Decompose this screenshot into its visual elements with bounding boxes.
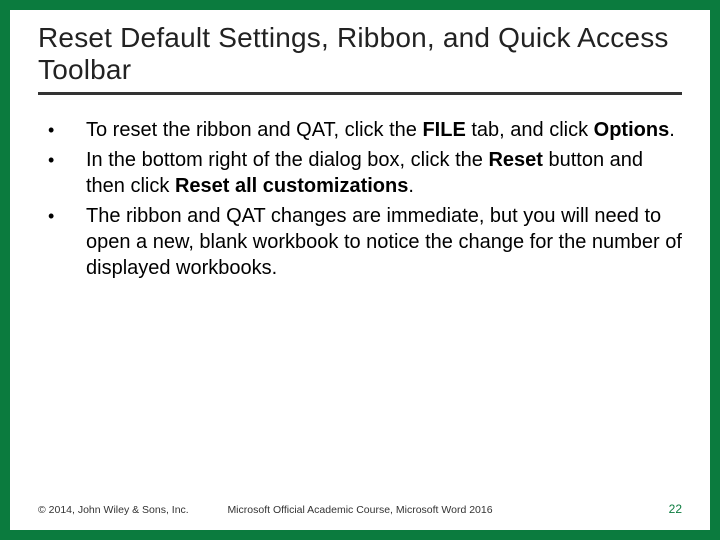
title-underline	[38, 92, 682, 95]
list-item: • In the bottom right of the dialog box,…	[44, 147, 682, 199]
slide: Reset Default Settings, Ribbon, and Quic…	[10, 10, 710, 530]
bullet-text: To reset the ribbon and QAT, click the F…	[86, 117, 682, 143]
bullet-dot-icon: •	[44, 203, 86, 229]
footer: © 2014, John Wiley & Sons, Inc. Microsof…	[38, 502, 682, 516]
page-title: Reset Default Settings, Ribbon, and Quic…	[38, 22, 682, 86]
copyright-text: © 2014, John Wiley & Sons, Inc.	[38, 504, 189, 516]
list-item: • The ribbon and QAT changes are immedia…	[44, 203, 682, 281]
page-number: 22	[669, 502, 682, 516]
bullet-dot-icon: •	[44, 117, 86, 143]
bullet-text: In the bottom right of the dialog box, c…	[86, 147, 682, 199]
bullet-list: • To reset the ribbon and QAT, click the…	[38, 117, 682, 281]
bullet-dot-icon: •	[44, 147, 86, 173]
list-item: • To reset the ribbon and QAT, click the…	[44, 117, 682, 143]
bullet-text: The ribbon and QAT changes are immediate…	[86, 203, 682, 281]
